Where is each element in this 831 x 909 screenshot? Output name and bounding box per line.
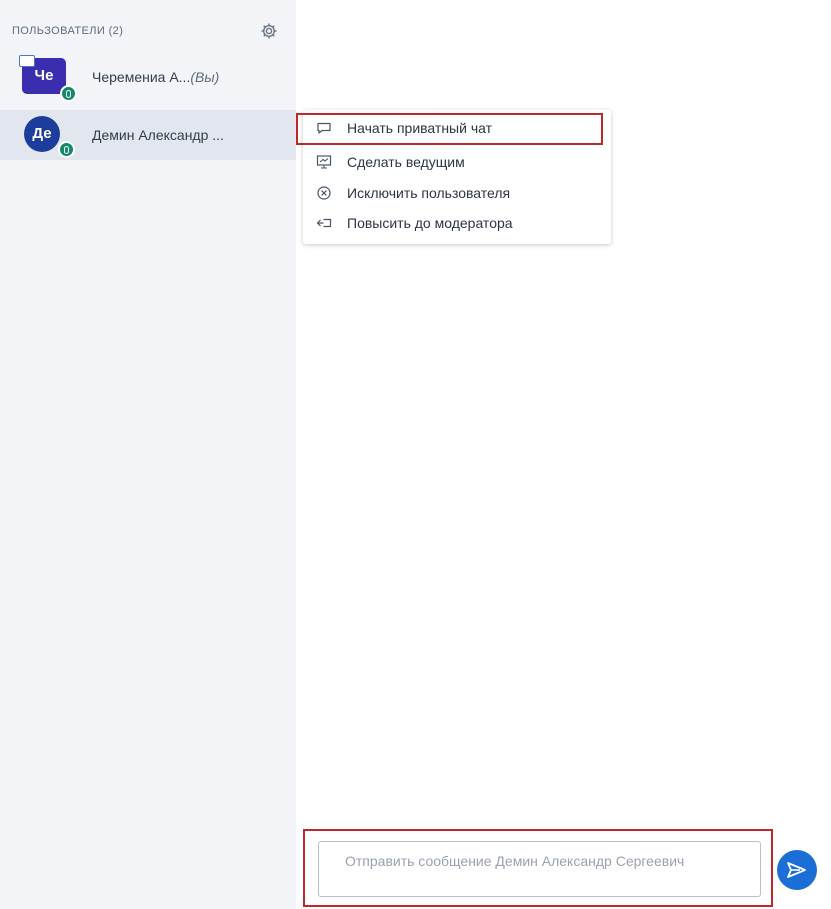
app-window: ПОЛЬЗОВАТЕЛИ (2) Че Черемениа А...(Вы) Д…	[0, 0, 831, 909]
promote-icon	[316, 215, 332, 231]
presenter-screen-icon	[19, 55, 35, 67]
user-context-menu: Начать приватный чат Сделать ведущим Иск…	[303, 110, 611, 244]
avatar-initials: Че	[34, 67, 54, 84]
remove-circle-icon	[316, 185, 332, 201]
menu-item-label: Сделать ведущим	[347, 154, 465, 170]
gear-icon[interactable]	[260, 22, 278, 40]
menu-item-label: Начать приватный чат	[347, 120, 493, 136]
users-header: ПОЛЬЗОВАТЕЛИ (2)	[12, 22, 288, 42]
menu-item-label: Повысить до модератора	[347, 215, 513, 231]
message-input[interactable]	[318, 841, 761, 897]
user-name: Демин Александр ...	[92, 127, 224, 143]
microphone-icon	[60, 85, 77, 102]
user-name-text: Черемениа А...	[92, 69, 191, 85]
you-label: (Вы)	[190, 69, 220, 85]
presentation-screen-icon	[316, 154, 332, 170]
menu-item-make-presenter[interactable]: Сделать ведущим	[303, 148, 611, 176]
menu-item-remove-user[interactable]: Исключить пользователя	[303, 179, 611, 207]
users-title: ПОЛЬЗОВАТЕЛИ (2)	[12, 25, 124, 37]
user-list-item-self[interactable]: Че Черемениа А...(Вы)	[0, 52, 296, 102]
avatar-initials: Де	[32, 125, 52, 142]
avatar: Че	[19, 55, 66, 94]
chat-bubble-icon	[316, 120, 332, 136]
menu-item-promote-moderator[interactable]: Повысить до модератора	[303, 209, 611, 237]
microphone-icon	[58, 141, 75, 158]
user-list-item-selected[interactable]: Де Демин Александр ...	[0, 110, 296, 160]
menu-item-label: Исключить пользователя	[347, 185, 511, 201]
menu-item-start-private-chat[interactable]: Начать приватный чат	[303, 114, 611, 142]
send-button[interactable]	[777, 850, 817, 890]
users-sidebar: ПОЛЬЗОВАТЕЛИ (2) Че Черемениа А...(Вы) Д…	[0, 0, 296, 909]
user-name: Черемениа А...(Вы)	[92, 69, 219, 85]
avatar: Де	[24, 116, 60, 152]
